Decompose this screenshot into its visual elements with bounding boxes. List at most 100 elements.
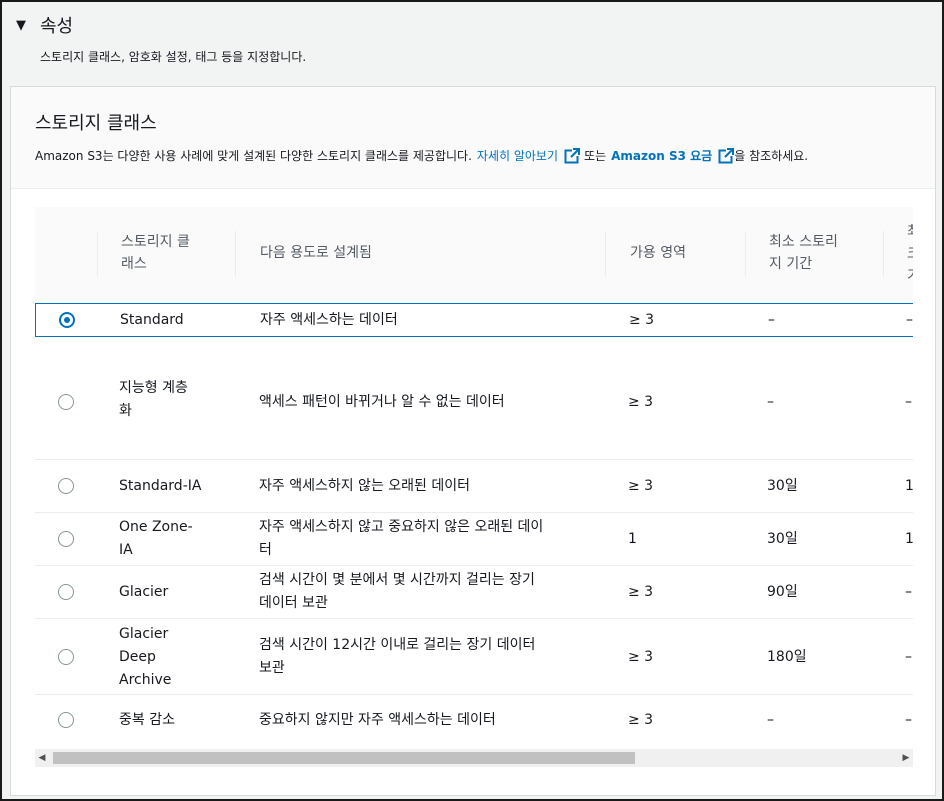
column-header-availability-zones[interactable]: 가용 영역 (630, 242, 686, 264)
cell-line: 데이터 보관 (259, 595, 328, 611)
cell-line: 자주 액세스하지 않고 중요하지 않은 오래된 데이 (259, 519, 544, 535)
storage-class-table: 스토리지 클 래스 다음 용도로 설계됨 가용 영역 최소 스토리 지 기간 최… (35, 207, 913, 767)
cell-min-duration: – (767, 712, 774, 728)
desc-prefix: Amazon S3는 다양한 사용 사례에 맞게 설계된 다양한 스토리지 클래… (35, 149, 472, 163)
column-header-designed-for[interactable]: 다음 용도로 설계됨 (260, 242, 372, 264)
panel-header: 스토리지 클래스 Amazon S3는 다양한 사용 사례에 맞게 설계된 다양… (11, 87, 935, 189)
cell-line: 보관 (259, 660, 285, 676)
table-row-reduced-redundancy[interactable]: 중복 감소 중요하지 않지만 자주 액세스하는 데이터 ≥ 3 – – (35, 695, 913, 747)
header-line: 크 (907, 243, 913, 265)
cell-next: – (905, 649, 912, 665)
cell-line: 검색 시간이 12시간 이내로 걸리는 장기 데이터 (259, 637, 536, 653)
scroll-left-icon[interactable]: ◀ (35, 749, 49, 767)
properties-section: ▼ 속성 스토리지 클래스, 암호화 설정, 태그 등을 지정합니다. 스토리지… (0, 0, 944, 801)
radio-intelligent-tiering[interactable] (58, 394, 74, 410)
desc-suffix: 을 참조하세요. (734, 149, 809, 163)
header-line: 기 (907, 265, 913, 287)
cell-storage-class: 지능형 계층 화 (119, 377, 188, 423)
cell-line: 터 (259, 542, 272, 558)
cell-min-duration: 30일 (767, 531, 798, 547)
cell-min-duration: 180일 (767, 649, 807, 665)
cell-designed-for: 액세스 패턴이 바뀌거나 알 수 없는 데이터 (259, 394, 505, 410)
cell-storage-class: 중복 감소 (119, 712, 175, 728)
cell-line: IA (119, 542, 133, 558)
radio-glacier[interactable] (58, 584, 74, 600)
radio-standard[interactable] (59, 312, 75, 328)
cell-designed-for: 자주 액세스하지 않고 중요하지 않은 오래된 데이 터 (259, 516, 543, 562)
cell-line: One Zone- (119, 519, 193, 535)
column-divider (605, 231, 606, 277)
cell-line: 지능형 계층 (119, 380, 188, 396)
cell-min-duration: – (768, 312, 775, 328)
cell-storage-class: One Zone- IA (119, 516, 193, 562)
cell-next: – (905, 584, 912, 600)
radio-one-zone-ia[interactable] (58, 531, 74, 547)
cell-min-duration: 90일 (767, 584, 798, 600)
panel-title: 스토리지 클래스 (35, 113, 157, 134)
radio-reduced-redundancy[interactable] (58, 712, 74, 728)
column-divider (883, 231, 884, 277)
table-row-standard-ia[interactable]: Standard-IA 자주 액세스하지 않는 오래된 데이터 ≥ 3 30일 … (35, 460, 913, 513)
column-header-min-duration[interactable]: 최소 스토리 지 기간 (769, 231, 838, 275)
section-title: 속성 (40, 16, 74, 37)
table-row-glacier-deep-archive[interactable]: Glacier Deep Archive 검색 시간이 12시간 이내로 걸리는… (35, 619, 913, 695)
horizontal-scrollbar[interactable]: ◀ ▶ (35, 749, 913, 767)
cell-line: 화 (119, 403, 132, 419)
external-link-icon[interactable] (718, 147, 735, 164)
cell-line: Archive (119, 672, 172, 688)
table-row-glacier[interactable]: Glacier 검색 시간이 몇 분에서 몇 시간까지 걸리는 장기 데이터 보… (35, 566, 913, 619)
cell-availability-zones: ≥ 3 (628, 478, 654, 494)
cell-designed-for: 검색 시간이 12시간 이내로 걸리는 장기 데이터 보관 (259, 634, 535, 680)
cell-designed-for: 검색 시간이 몇 분에서 몇 시간까지 걸리는 장기 데이터 보관 (259, 569, 535, 615)
table-row-intelligent-tiering[interactable]: 지능형 계층 화 액세스 패턴이 바뀌거나 알 수 없는 데이터 ≥ 3 – – (35, 337, 913, 460)
cell-line: Glacier (119, 626, 169, 642)
section-description: 스토리지 클래스, 암호화 설정, 태그 등을 지정합니다. (40, 50, 307, 64)
learn-more-link[interactable]: 자세히 알아보기 (477, 147, 558, 164)
table-row-standard[interactable]: Standard 자주 액세스하는 데이터 ≥ 3 – – (35, 303, 913, 337)
desc-middle: 또는 (584, 149, 607, 163)
table-header: 스토리지 클 래스 다음 용도로 설계됨 가용 영역 최소 스토리 지 기간 최… (35, 207, 913, 303)
cell-line: 검색 시간이 몇 분에서 몇 시간까지 걸리는 장기 (259, 572, 535, 588)
cell-next: – (906, 312, 913, 328)
radio-glacier-deep-archive[interactable] (58, 649, 74, 665)
column-header-next[interactable]: 최 크 기 (907, 221, 913, 287)
cell-line: Deep (119, 649, 156, 665)
external-link-icon[interactable] (564, 147, 581, 164)
cell-storage-class: Standard (120, 312, 184, 328)
cell-availability-zones: ≥ 3 (628, 712, 654, 728)
cell-storage-class: Glacier Deep Archive (119, 623, 171, 692)
cell-next: 1 (905, 478, 913, 494)
cell-designed-for: 자주 액세스하지 않는 오래된 데이터 (259, 478, 470, 494)
section-header[interactable]: ▼ 속성 스토리지 클래스, 암호화 설정, 태그 등을 지정합니다. (16, 12, 306, 65)
cell-availability-zones: ≥ 3 (628, 584, 654, 600)
scroll-right-icon[interactable]: ▶ (899, 749, 913, 767)
column-divider (235, 231, 236, 277)
header-line: 최소 스토리 (769, 234, 838, 250)
cell-next: – (905, 712, 912, 728)
column-header-storage-class[interactable]: 스토리지 클 래스 (121, 231, 190, 275)
cell-min-duration: – (767, 394, 774, 410)
header-line: 최 (907, 221, 913, 243)
cell-availability-zones: ≥ 3 (629, 312, 655, 328)
table-row-one-zone-ia[interactable]: One Zone- IA 자주 액세스하지 않고 중요하지 않은 오래된 데이 … (35, 513, 913, 566)
cell-availability-zones: ≥ 3 (628, 649, 654, 665)
cell-storage-class: Glacier (119, 584, 169, 600)
header-line: 스토리지 클 (121, 234, 190, 250)
header-line: 래스 (121, 256, 147, 272)
caret-down-icon[interactable]: ▼ (16, 18, 30, 33)
cell-storage-class: Standard-IA (119, 478, 202, 494)
panel-description: Amazon S3는 다양한 사용 사례에 맞게 설계된 다양한 스토리지 클래… (35, 147, 808, 164)
cell-next: – (905, 394, 912, 410)
pricing-link[interactable]: Amazon S3 요금 (611, 147, 712, 164)
cell-designed-for: 중요하지 않지만 자주 액세스하는 데이터 (259, 712, 496, 728)
cell-designed-for: 자주 액세스하는 데이터 (260, 312, 398, 328)
radio-standard-ia[interactable] (58, 478, 74, 494)
cell-next: 1 (905, 531, 913, 547)
cell-min-duration: 30일 (767, 478, 798, 494)
cell-availability-zones: ≥ 3 (628, 394, 654, 410)
scrollbar-thumb[interactable] (53, 752, 635, 764)
header-line: 지 기간 (769, 256, 813, 272)
column-divider (97, 231, 98, 277)
column-divider (745, 231, 746, 277)
cell-availability-zones: 1 (628, 531, 637, 547)
